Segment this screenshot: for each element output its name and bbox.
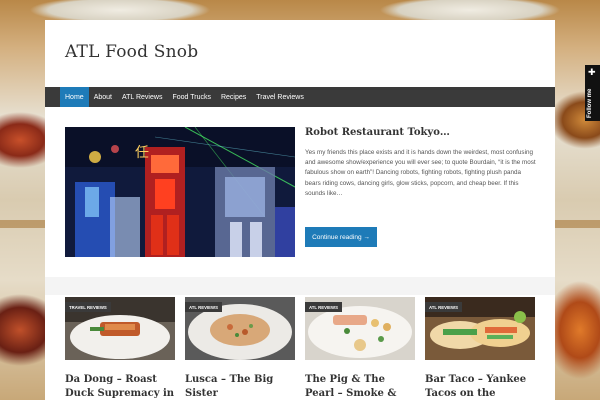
- post-card-title[interactable]: Da Dong – Roast Duck Supremacy in: [65, 373, 175, 400]
- post-card-title[interactable]: The Pig & The Pearl – Smoke & Finesse: [305, 373, 415, 400]
- post-card-image[interactable]: ATL Reviews: [305, 297, 415, 360]
- continue-reading-button[interactable]: Continue reading →: [305, 227, 377, 247]
- category-badge[interactable]: ATL Reviews: [305, 302, 342, 312]
- post-card-image[interactable]: ATL Reviews: [425, 297, 535, 360]
- follow-me-button[interactable]: ✚ Follow me: [585, 65, 600, 121]
- featured-image[interactable]: 任: [65, 127, 295, 257]
- svg-text:任: 任: [135, 145, 149, 161]
- category-badge[interactable]: ATL Reviews: [425, 302, 462, 312]
- nav-item-travel-reviews[interactable]: Travel Reviews: [251, 87, 309, 107]
- nav-item-about[interactable]: About: [89, 87, 117, 107]
- post-card: ATL Reviews Bar Taco – Yankee Tacos on t…: [425, 297, 535, 400]
- post-card: ATL Reviews Lusca – The Big Sister: [185, 297, 295, 400]
- nav-item-atl-reviews[interactable]: ATL Reviews: [117, 87, 167, 107]
- nav-item-home[interactable]: Home: [60, 87, 89, 107]
- site-title[interactable]: ATL Food Snob: [65, 42, 198, 62]
- post-card-title[interactable]: Lusca – The Big Sister: [185, 373, 295, 400]
- post-grid: Travel Reviews Da Dong – Roast Duck Supr…: [45, 295, 555, 400]
- category-badge[interactable]: ATL Reviews: [185, 302, 222, 312]
- page-container: ATL Food Snob Home About ATL Reviews Foo…: [45, 20, 555, 400]
- post-card: Travel Reviews Da Dong – Roast Duck Supr…: [65, 297, 175, 400]
- featured-excerpt: Yes my friends this place exists and it …: [305, 149, 536, 197]
- site-header: ATL Food Snob: [45, 20, 555, 87]
- post-card-image[interactable]: Travel Reviews: [65, 297, 175, 360]
- post-card-title[interactable]: Bar Taco – Yankee Tacos on the: [425, 373, 535, 400]
- category-badge[interactable]: Travel Reviews: [65, 302, 111, 312]
- featured-post: 任 Robot Restaurant Tokyo… Yes my friends…: [45, 107, 555, 277]
- featured-title[interactable]: Robot Restaurant Tokyo…: [305, 127, 450, 138]
- main-nav: Home About ATL Reviews Food Trucks Recip…: [45, 87, 555, 107]
- plus-icon: ✚: [588, 67, 596, 77]
- post-card-image[interactable]: ATL Reviews: [185, 297, 295, 360]
- follow-me-label: Follow me: [587, 88, 593, 118]
- nav-item-recipes[interactable]: Recipes: [216, 87, 251, 107]
- post-card: ATL Reviews The Pig & The Pearl – Smoke …: [305, 297, 415, 400]
- nav-item-food-trucks[interactable]: Food Trucks: [167, 87, 216, 107]
